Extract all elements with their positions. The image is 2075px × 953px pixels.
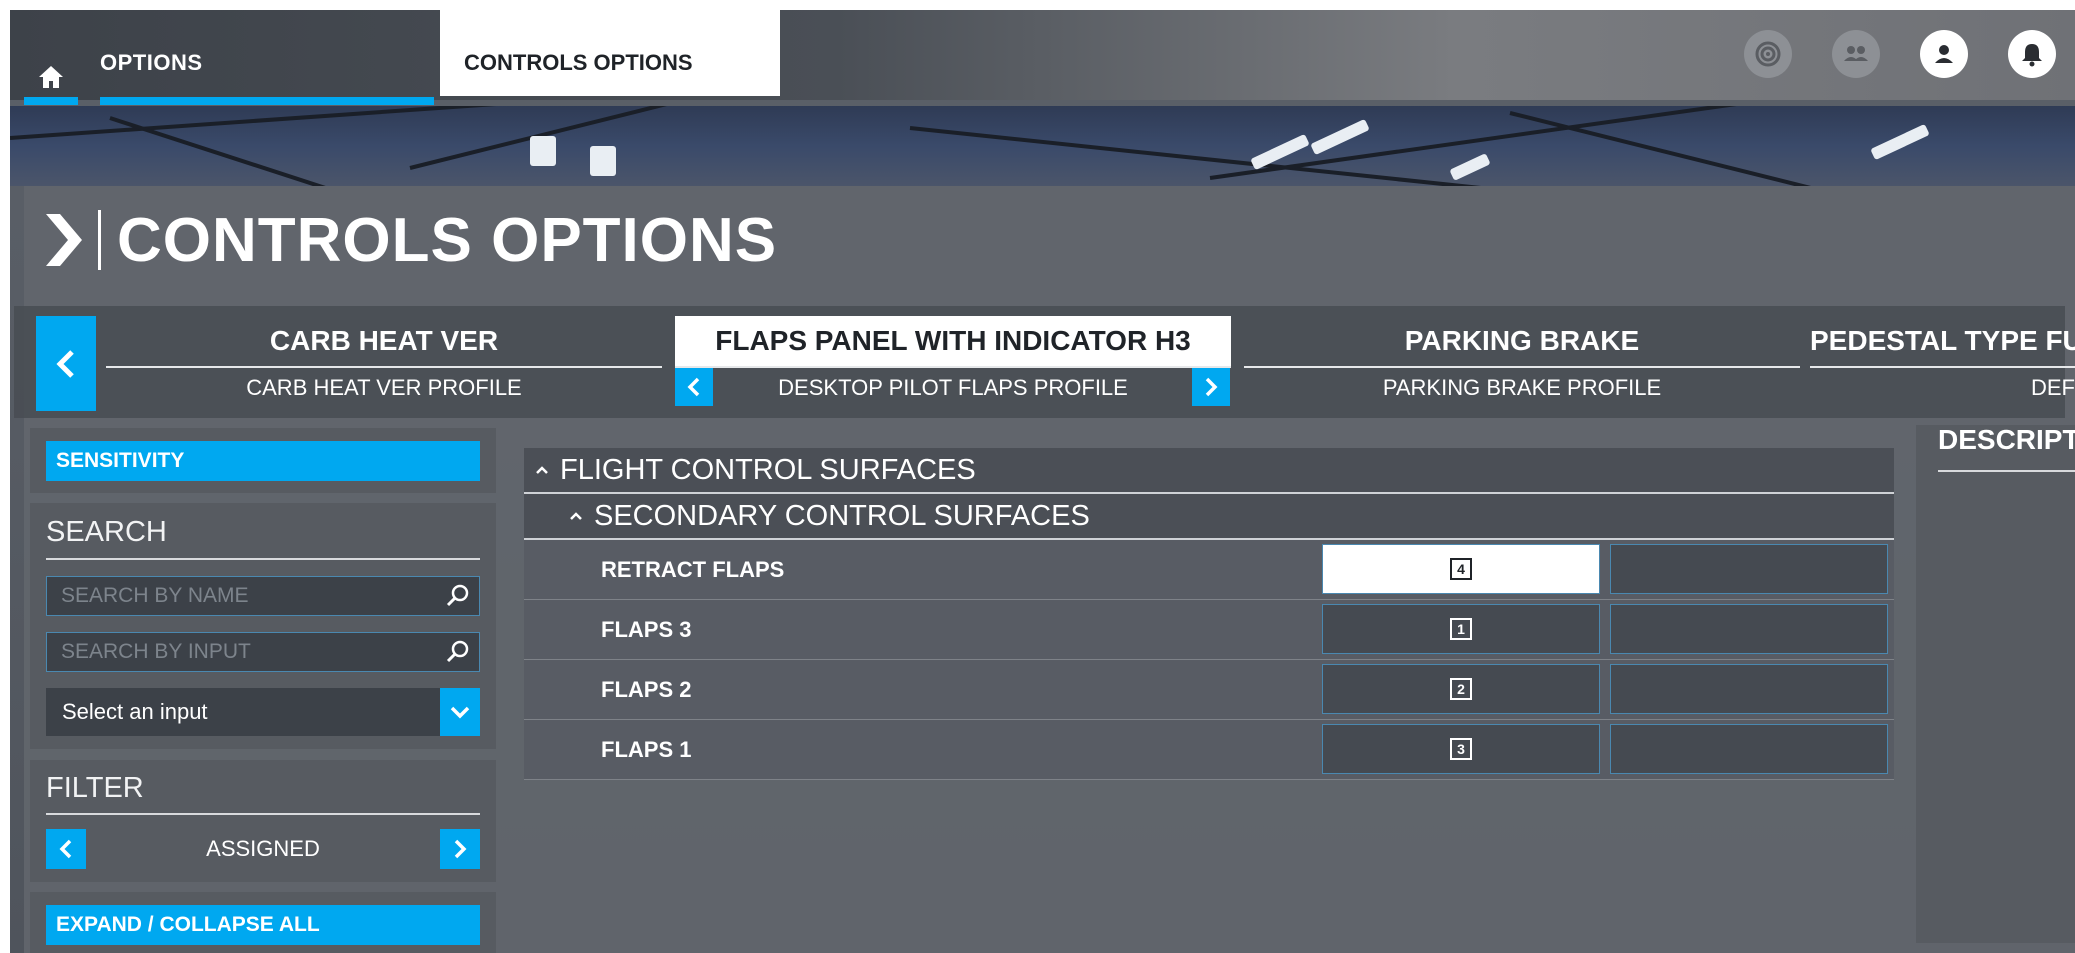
- sensitivity-button[interactable]: SENSITIVITY: [46, 441, 480, 481]
- hangar-background: [10, 106, 2075, 186]
- achievements-button[interactable]: [1744, 30, 1792, 78]
- action-label: FLAPS 1: [601, 736, 692, 762]
- device-card-pedestal[interactable]: PEDESTAL TYPE FU DEF: [1810, 316, 2075, 411]
- select-input-dropdown[interactable]: Select an input: [46, 688, 480, 736]
- notifications-button[interactable]: [2008, 30, 2056, 78]
- device-name: FLAPS PANEL WITH INDICATOR H3: [675, 316, 1231, 368]
- page-title-text: CONTROLS OPTIONS: [117, 205, 778, 275]
- search-by-input-field[interactable]: SEARCH BY INPUT: [46, 632, 480, 672]
- table-row[interactable]: FLAPS 3 1: [524, 600, 1894, 660]
- description-divider: [1938, 470, 2075, 472]
- device-name: CARB HEAT VER: [106, 316, 662, 368]
- key-badge: 2: [1450, 678, 1472, 700]
- action-label: FLAPS 3: [601, 616, 692, 642]
- key-badge: 1: [1450, 618, 1472, 640]
- filter-next-button[interactable]: [440, 829, 480, 869]
- home-icon: [39, 66, 63, 88]
- options-tab-indicator: [100, 97, 434, 105]
- search-by-name-input[interactable]: SEARCH BY NAME: [46, 576, 480, 616]
- device-profile: DEF: [2031, 375, 2075, 400]
- achievements-icon: [1755, 41, 1781, 67]
- device-profile: CARB HEAT VER PROFILE: [246, 375, 522, 400]
- title-divider: [98, 210, 101, 270]
- device-card-flaps-panel[interactable]: FLAPS PANEL WITH INDICATOR H3 DESKTOP PI…: [675, 316, 1231, 411]
- profile-prev-button[interactable]: [675, 368, 713, 406]
- bindings-list: FLIGHT CONTROL SURFACES SECONDARY CONTRO…: [524, 448, 1894, 780]
- expand-collapse-all-button[interactable]: EXPAND / COLLAPSE ALL: [46, 905, 480, 945]
- chevron-left-icon: [687, 377, 700, 397]
- binding-slot-primary[interactable]: 1: [1322, 604, 1600, 654]
- chevron-left-icon: [59, 839, 72, 859]
- chevron-up-icon: [570, 512, 582, 520]
- binding-slot-secondary[interactable]: [1610, 664, 1888, 714]
- category-label: FLIGHT CONTROL SURFACES: [560, 453, 976, 486]
- binding-slot-secondary[interactable]: [1610, 544, 1888, 594]
- dropdown-toggle[interactable]: [440, 688, 480, 736]
- notifications-icon: [2022, 44, 2042, 67]
- filter-divider: [46, 813, 480, 815]
- device-name: PARKING BRAKE: [1244, 316, 1800, 368]
- binding-slot-primary[interactable]: 2: [1322, 664, 1600, 714]
- filter-prev-button[interactable]: [46, 829, 86, 869]
- search-icon: [446, 584, 469, 607]
- chevron-down-icon: [450, 706, 470, 719]
- profile-button[interactable]: [1920, 30, 1968, 78]
- category-header-secondary[interactable]: SECONDARY CONTROL SURFACES: [524, 494, 1894, 540]
- tab-controls-options-label: CONTROLS OPTIONS: [464, 50, 693, 75]
- binding-slot-primary[interactable]: 3: [1322, 724, 1600, 774]
- chevron-right-icon: [1205, 377, 1218, 397]
- chevron-right-icon: [46, 214, 82, 266]
- page-title: CONTROLS OPTIONS: [40, 200, 777, 280]
- device-card-carb-heat[interactable]: CARB HEAT VER CARB HEAT VER PROFILE: [106, 316, 662, 411]
- search-by-name-placeholder: SEARCH BY NAME: [61, 584, 249, 607]
- action-label: RETRACT FLAPS: [601, 556, 785, 582]
- expand-collapse-label: EXPAND / COLLAPSE ALL: [56, 913, 320, 936]
- home-button[interactable]: [24, 50, 78, 104]
- chevron-right-icon: [454, 839, 467, 859]
- binding-slot-secondary[interactable]: [1610, 604, 1888, 654]
- device-prev-button[interactable]: [36, 316, 96, 411]
- category-header-flight-control[interactable]: FLIGHT CONTROL SURFACES: [524, 448, 1894, 494]
- chevron-up-icon: [536, 466, 548, 474]
- profile-next-button[interactable]: [1192, 368, 1230, 406]
- device-card-parking-brake[interactable]: PARKING BRAKE PARKING BRAKE PROFILE: [1244, 316, 1800, 411]
- binding-slot-secondary[interactable]: [1610, 724, 1888, 774]
- table-row[interactable]: FLAPS 2 2: [524, 660, 1894, 720]
- select-input-value: Select an input: [62, 699, 208, 724]
- home-tab-indicator: [24, 97, 78, 105]
- search-by-input-placeholder: SEARCH BY INPUT: [61, 640, 251, 663]
- profile-icon: [1935, 45, 1953, 63]
- search-divider: [46, 558, 480, 560]
- action-label: FLAPS 2: [601, 676, 692, 702]
- search-icon: [446, 640, 469, 663]
- device-name: PEDESTAL TYPE FU: [1810, 316, 2075, 368]
- friends-icon: [1844, 46, 1868, 61]
- table-row[interactable]: FLAPS 1 3: [524, 720, 1894, 780]
- subcategory-label: SECONDARY CONTROL SURFACES: [594, 499, 1090, 532]
- device-profile: PARKING BRAKE PROFILE: [1382, 375, 1662, 400]
- tab-controls-options[interactable]: CONTROLS OPTIONS: [440, 10, 780, 96]
- description-panel: [1916, 425, 2075, 943]
- key-badge: 4: [1450, 558, 1472, 580]
- friends-button[interactable]: [1832, 30, 1880, 78]
- key-badge: 3: [1450, 738, 1472, 760]
- chevron-left-icon: [56, 349, 74, 378]
- binding-slot-primary[interactable]: 4: [1322, 544, 1600, 594]
- description-title: DESCRIPT: [1938, 424, 2075, 455]
- device-profile: DESKTOP PILOT FLAPS PROFILE: [778, 375, 1128, 400]
- table-row[interactable]: RETRACT FLAPS 4: [524, 540, 1894, 600]
- filter-heading: FILTER: [46, 772, 144, 804]
- sensitivity-label: SENSITIVITY: [56, 449, 185, 472]
- filter-value: ASSIGNED: [206, 836, 320, 861]
- search-heading: SEARCH: [46, 516, 167, 548]
- tab-options[interactable]: OPTIONS: [100, 50, 203, 76]
